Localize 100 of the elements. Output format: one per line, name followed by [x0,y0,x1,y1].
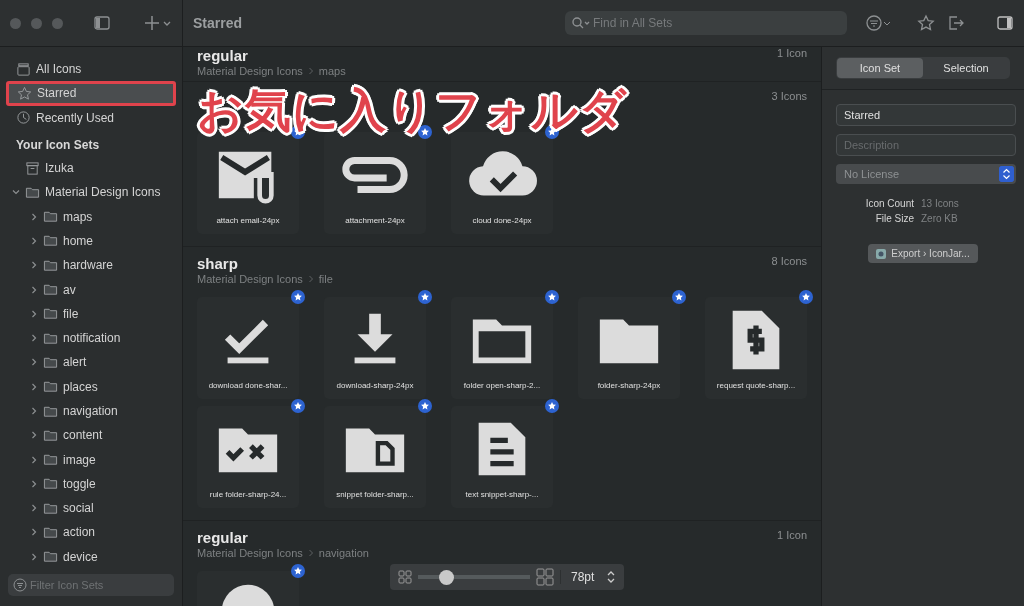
clock-icon [16,110,31,126]
tree-label: hardware [63,258,114,273]
star-icon [17,85,32,101]
sidebar-item[interactable]: All Icons [6,57,176,82]
small-grid-icon[interactable] [398,570,412,584]
section-title: regular [197,47,249,64]
chevron-down-icon[interactable] [12,188,20,197]
info-label: File Size [874,213,914,224]
tree-item[interactable]: Izuka [6,155,176,181]
tree-item[interactable]: toggle [6,471,176,497]
tree-item[interactable]: image [6,447,176,472]
icon-tile[interactable]: rule folder-sharp-24... [197,406,299,508]
info-value: 13 Icons [921,198,960,209]
star-icon[interactable] [917,14,935,32]
tree-label: alert [63,355,87,370]
chevron-right-icon [307,275,314,283]
tree-item[interactable]: content [6,423,176,448]
tree-item[interactable]: notification [6,325,176,351]
breadcrumb-item[interactable]: Material Design Icons [197,273,303,285]
stepper-icon[interactable] [606,570,617,584]
breadcrumb-item[interactable]: file [318,273,333,285]
inspector-toggle-icon[interactable] [996,14,1014,32]
window-dot[interactable] [52,17,63,29]
filter-menu-icon[interactable] [865,14,893,32]
sidebar-item[interactable]: Starred [6,81,176,106]
breadcrumb-item[interactable]: Material Design Icons [197,547,303,559]
add-menu-icon[interactable] [144,14,172,32]
icon-count: 8 Icons [771,255,807,267]
breadcrumb-item[interactable]: navigation [318,547,369,559]
info-value: Zero KB [921,213,959,224]
tree-item[interactable]: home [6,228,176,254]
name-field[interactable]: Starred [836,104,1016,126]
tree-label: device [63,549,98,564]
folder-icon [43,452,58,468]
icon-tile[interactable]: request quote-sharp... [705,297,807,399]
tree-item[interactable]: Material Design Icons [6,180,176,205]
chevron-right-icon[interactable] [30,528,38,537]
large-grid-icon[interactable] [536,568,554,586]
chevron-right-icon[interactable] [30,334,38,343]
chevron-right-icon[interactable] [30,309,38,318]
breadcrumb-item[interactable]: maps [318,65,346,77]
tree-item[interactable]: social [6,496,176,521]
search-field[interactable]: Find in All Sets [565,11,847,35]
export-button[interactable]: Export › IconJar... [868,244,978,263]
segment-tab[interactable]: Icon Set [837,58,923,78]
icon-label: download-sharp-24px [336,381,414,390]
chevron-right-icon[interactable] [30,212,38,221]
stack-icon [16,61,31,77]
tree-item[interactable]: file [6,301,176,326]
chevron-right-icon[interactable] [30,285,38,294]
icon-label: snippet folder-sharp... [336,490,414,499]
tree-item[interactable]: places [6,374,176,399]
icon-label: rule folder-sharp-24... [209,490,287,499]
chevron-right-icon[interactable] [30,236,38,245]
segment-tab[interactable]: Selection [923,58,1009,78]
icon-tile[interactable]: folder-sharp-24px [578,297,680,399]
window-title: Starred [193,15,244,31]
chevron-right-icon[interactable] [30,382,38,391]
tree-item[interactable]: action [6,520,176,545]
chevron-right-icon[interactable] [30,407,38,415]
chevron-right-icon[interactable] [30,261,38,270]
window-dot[interactable] [31,17,42,29]
chevron-right-icon[interactable] [30,455,38,464]
window-dot[interactable] [10,17,21,29]
breadcrumb-item[interactable]: Material Design Icons [197,65,303,77]
section-title: regular [197,529,249,546]
tree-item[interactable]: maps [6,204,176,229]
chevron-right-icon[interactable] [30,431,38,440]
chevron-right-icon[interactable] [30,504,38,513]
export-icon[interactable] [947,14,965,32]
icon-tile[interactable]: download done-shar... [197,297,299,399]
sidebar-item[interactable]: Recently Used [6,105,176,130]
tree-label: notification [63,331,121,346]
chevron-right-icon[interactable] [30,479,38,488]
sidebar-label: Recently Used [36,110,115,125]
folder-icon [43,282,58,297]
icon-label: cloud done-24px [472,216,532,225]
tree-item[interactable]: hardware [6,253,176,278]
tree-item[interactable]: alert [6,350,176,375]
search-icon[interactable] [571,16,591,30]
slider-thumb[interactable] [438,569,454,585]
icon-tile[interactable]: cloud done-24px [451,132,553,234]
tree-label: maps [63,209,93,224]
icon-label: folder-sharp-24px [597,381,661,390]
tree-item[interactable]: av [6,277,176,302]
icon-tile[interactable]: download-sharp-24px [324,297,426,399]
icon-tile[interactable]: text snippet-sharp-... [451,406,553,508]
icon-tile[interactable]: folder open-sharp-2... [451,297,553,399]
folder-icon [43,233,58,249]
icon-label: attachment-24px [345,216,405,225]
tree-label: Material Design Icons [45,185,161,200]
tree-label: content [63,428,103,443]
tree-item[interactable]: device [6,544,176,568]
chevron-right-icon[interactable] [30,552,38,561]
sidebar-toggle-icon[interactable] [93,14,111,32]
icon-count: 1 Icon [777,47,807,59]
icon-label: request quote-sharp... [716,381,796,390]
tree-item[interactable]: navigation [6,398,176,424]
chevron-right-icon[interactable] [30,358,38,367]
icon-tile[interactable]: snippet folder-sharp... [324,406,426,508]
